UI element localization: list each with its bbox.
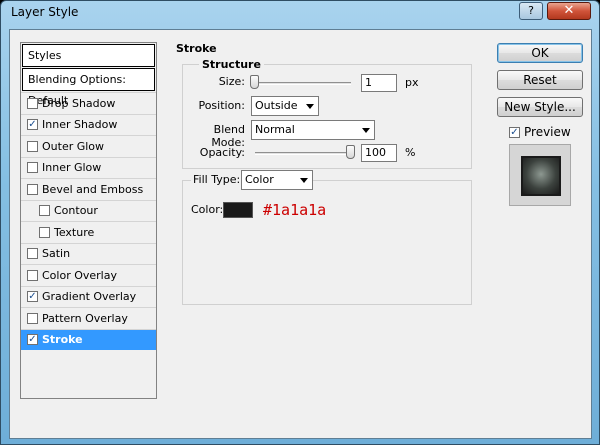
style-item-label: Inner Shadow [42,118,118,132]
style-item[interactable]: Bevel and Emboss [21,178,156,200]
reset-button[interactable]: Reset [497,70,583,90]
position-label: Position: [198,99,245,112]
size-slider-thumb[interactable] [250,75,259,89]
checkbox-icon: ✓ [509,126,520,138]
preview-checkbox[interactable]: ✓ Preview [509,125,571,139]
preview-label: Preview [524,125,571,139]
style-items: Drop Shadow ✓ Inner Shadow Outer Glow Inner … [21,92,156,350]
style-item-label: Contour [54,204,98,218]
blending-options-item[interactable]: Blending Options: Default [22,68,155,107]
style-item[interactable]: Texture [21,221,156,243]
style-item[interactable]: ✓ Stroke [21,328,156,350]
checkbox-icon[interactable] [27,312,38,324]
style-item[interactable]: Satin [21,242,156,265]
fill-type-label: Fill Type: [191,173,243,186]
window-title: Layer Style [11,5,79,19]
size-field[interactable]: 1 [361,74,397,92]
style-item-label: Bevel and Emboss [42,182,144,196]
fill-type-group: Fill Type: Color Color: #1a1a1a [182,170,472,305]
style-item[interactable]: Contour [21,199,156,222]
color-label: Color: [191,203,224,216]
style-item[interactable]: ✓ Gradient Overlay [21,285,156,308]
style-item[interactable]: Drop Shadow [21,92,156,114]
fill-type-select[interactable]: Color [241,170,313,190]
style-item-label: Stroke [42,333,83,347]
style-item[interactable]: Outer Glow [21,135,156,157]
blend-mode-value: Normal [255,123,295,136]
style-item-label: Color Overlay [42,268,117,282]
close-button[interactable]: ✕ [547,2,591,20]
checkbox-icon[interactable] [39,226,50,238]
size-unit: px [405,76,419,89]
style-item-label: Satin [42,247,71,261]
style-item[interactable]: Inner Glow [21,156,156,179]
structure-group: Structure Size: 1 px Position: Outside B… [182,58,472,169]
fill-type-value: Color [245,173,274,186]
blend-mode-select[interactable]: Normal [251,120,375,140]
opacity-slider-thumb[interactable] [346,145,355,159]
preview-thumbnail [509,144,571,206]
opacity-slider[interactable] [255,152,355,155]
checkbox-icon[interactable]: ✓ [27,334,38,346]
chevron-down-icon [362,128,370,133]
checkbox-icon[interactable] [27,248,38,260]
preview-swatch [521,156,561,196]
checkbox-icon[interactable] [27,269,38,281]
opacity-label: Opacity: [199,146,245,159]
ok-button[interactable]: OK [497,43,583,63]
chevron-down-icon [306,104,314,109]
styles-list: Styles Blending Options: Default Drop Sh… [20,42,157,399]
help-button[interactable]: ? [519,2,543,20]
checkbox-icon[interactable] [39,205,50,217]
position-select[interactable]: Outside [251,96,319,116]
dialog-client-area: Styles Blending Options: Default Drop Sh… [9,29,592,439]
new-style-button[interactable]: New Style... [497,97,583,117]
layer-style-window: Layer Style ? ✕ Styles Blending Options:… [0,0,600,445]
size-slider[interactable] [251,82,351,85]
checkbox-icon[interactable] [27,183,38,195]
stroke-title: Stroke [176,42,217,55]
color-swatch[interactable] [223,202,253,218]
style-item-label: Pattern Overlay [42,311,128,325]
style-item-label: Gradient Overlay [42,290,137,304]
style-item-label: Drop Shadow [42,96,116,110]
chevron-down-icon [300,178,308,183]
checkbox-icon[interactable] [27,162,38,174]
stroke-panel: Stroke Structure Size: 1 px Position: Ou… [170,42,483,399]
opacity-unit: % [405,146,416,159]
checkbox-icon[interactable] [27,140,38,152]
style-item-label: Outer Glow [42,139,105,153]
opacity-field[interactable]: 100 [361,144,397,162]
style-item[interactable]: Pattern Overlay [21,307,156,329]
structure-title: Structure [199,58,264,71]
checkbox-icon[interactable]: ✓ [27,291,38,303]
styles-header[interactable]: Styles [22,44,155,67]
style-item-label: Texture [54,225,95,239]
checkbox-icon[interactable] [27,97,38,109]
size-label: Size: [218,75,245,88]
style-item-label: Inner Glow [42,161,102,175]
style-item[interactable]: Color Overlay [21,264,156,286]
color-hex-annotation: #1a1a1a [263,201,327,219]
position-value: Outside [255,99,298,112]
checkbox-icon[interactable]: ✓ [27,119,38,131]
style-item[interactable]: ✓ Inner Shadow [21,113,156,136]
